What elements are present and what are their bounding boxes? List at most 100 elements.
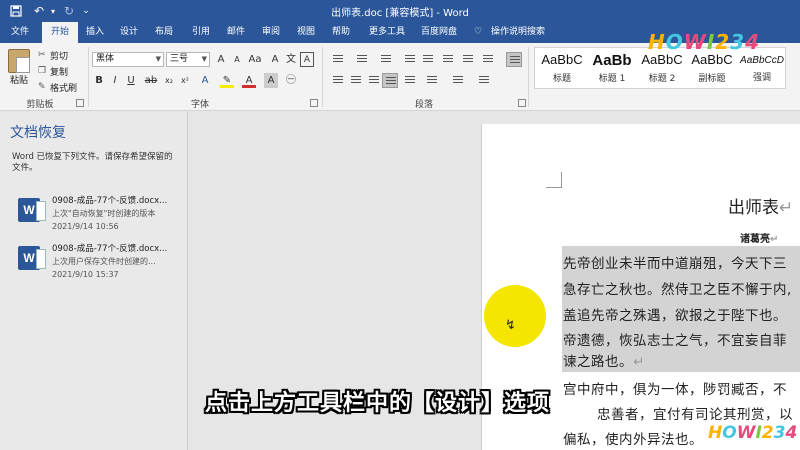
chevron-down-icon: ▼ [155, 55, 161, 63]
tab-view[interactable]: 视图 [290, 22, 322, 43]
sort-icon[interactable] [460, 52, 476, 67]
align-left-icon[interactable] [330, 73, 346, 88]
tab-mailings[interactable]: 邮件 [220, 22, 252, 43]
word-file-icon: W [18, 246, 46, 270]
font-name-combo[interactable]: 黑体 ▼ [92, 52, 164, 67]
align-right-icon[interactable] [366, 73, 382, 88]
file-name: 0908-成品-77个-反馈.docx... [52, 196, 168, 206]
file-name: 0908-成品-77个-反馈.docx... [52, 244, 168, 254]
document-line[interactable]: 偏私，使内外异法也。 [563, 428, 703, 448]
bullets-icon[interactable] [330, 52, 346, 67]
word-file-icon: W [18, 198, 46, 222]
enclose-char-icon[interactable]: ㊀ [284, 73, 298, 88]
distributed-icon[interactable] [402, 73, 418, 88]
superscript-icon[interactable]: x² [178, 73, 192, 88]
style-heading-2[interactable]: AaBbC 标题 2 [637, 52, 687, 88]
title-bar: ↶ ▾ ↻ ⌄ 出师表.doc [兼容模式] - Word [0, 0, 800, 22]
pane-description: Word 已恢复下列文件。请保存希望保留的文件。 [12, 152, 173, 173]
tab-baidu-netdisk[interactable]: 百度网盘 [416, 22, 462, 43]
font-color-icon[interactable]: A [242, 73, 256, 88]
paragraph-launcher-icon[interactable] [518, 99, 526, 107]
italic-icon[interactable]: I [108, 73, 122, 88]
char-border-icon[interactable]: A [300, 52, 314, 67]
document-line[interactable]: 急存亡之秋也。然侍卫之臣不懈于内, [563, 278, 792, 298]
scissors-icon: ✂ [38, 50, 46, 60]
document-line[interactable]: 盖追先帝之殊遇，欲报之于陛下也。 [563, 304, 787, 324]
paragraph-group-label: 段落 [414, 100, 433, 110]
tab-review[interactable]: 审阅 [256, 22, 286, 43]
tab-help[interactable]: 帮助 [326, 22, 356, 43]
increase-indent-icon[interactable] [420, 52, 436, 67]
margin-marker [546, 172, 562, 188]
show-marks-icon[interactable] [480, 52, 496, 67]
tab-file[interactable]: 文件 [4, 22, 36, 43]
document-author[interactable]: 诸葛亮↵ [740, 230, 778, 245]
style-title[interactable]: AaBbC 标题 [537, 52, 587, 88]
clipboard-group-label: 剪贴板 [26, 100, 54, 110]
clipboard-launcher-icon[interactable] [76, 99, 84, 107]
pin-icon[interactable] [506, 52, 522, 67]
style-heading-1[interactable]: AaBb 标题 1 [587, 52, 637, 88]
file-note: 上次"自动恢复"时创建的版本 [52, 209, 156, 218]
multilevel-list-icon[interactable] [378, 52, 394, 67]
tab-design[interactable]: 设计 [114, 22, 144, 43]
font-group-label: 字体 [190, 100, 209, 110]
document-recovery-pane: 文档恢复 Word 已恢复下列文件。请保存希望保留的文件。 W 0908-成品-… [0, 112, 188, 450]
justify-icon[interactable] [382, 73, 398, 88]
align-center-icon[interactable] [348, 73, 364, 88]
tell-me-search[interactable]: ♡ 操作说明搜索 [474, 22, 545, 43]
strikethrough-icon[interactable]: ab [144, 73, 158, 88]
paste-button-label[interactable]: 粘贴 [10, 73, 28, 86]
pane-title: 文档恢复 [10, 125, 66, 141]
char-shading-icon[interactable]: A [264, 73, 278, 88]
numbering-icon[interactable] [354, 52, 370, 67]
file-date: 2021/9/14 10:56 [52, 222, 119, 231]
tab-insert[interactable]: 插入 [80, 22, 110, 43]
style-subtitle[interactable]: AaBbC 副标题 [687, 52, 737, 88]
document-heading[interactable]: 出师表↵ [728, 193, 793, 218]
brand-watermark: HOWI234 [708, 423, 798, 443]
lightbulb-icon: ♡ [474, 27, 483, 37]
bold-icon[interactable]: B [92, 73, 106, 88]
mouse-cursor-icon: ↯ [505, 318, 516, 333]
chinese-layout-icon[interactable] [440, 52, 456, 67]
line-spacing-icon[interactable] [424, 73, 440, 88]
shading-icon[interactable] [450, 73, 466, 88]
document-line[interactable]: 帝遗德，恢弘志士之气，不宜妄自菲 [563, 329, 787, 349]
group-divider [322, 47, 323, 107]
shrink-font-icon[interactable]: A [230, 52, 244, 67]
grow-font-icon[interactable]: A [214, 52, 228, 67]
change-case-icon[interactable]: Aa [248, 52, 262, 67]
cursor-highlight [484, 285, 546, 347]
document-line[interactable]: 忠善者，宜付有司论其刑赏，以 [597, 403, 793, 423]
tab-home[interactable]: 开始 [42, 22, 78, 43]
word-window: ↶ ▾ ↻ ⌄ 出师表.doc [兼容模式] - Word 文件 开始 插入 设… [0, 0, 800, 450]
recovered-file-item[interactable]: W 0908-成品-77个-反馈.docx... 上次"自动恢复"时创建的版本 … [12, 190, 182, 244]
font-size-combo[interactable]: 三号 ▼ [166, 52, 210, 67]
format-painter-button[interactable]: ✎ 格式刷 [38, 81, 77, 95]
document-line[interactable]: 宫中府中，俱为一体，陟罚臧否，不 [563, 378, 787, 398]
tab-references[interactable]: 引用 [186, 22, 216, 43]
phonetic-icon[interactable]: 文 [284, 52, 298, 67]
highlight-icon[interactable]: ✎ [220, 73, 234, 88]
clear-format-icon[interactable]: A [268, 52, 282, 67]
file-note: 上次用户保存文件时创建的... [52, 257, 156, 266]
copy-icon: ❐ [38, 66, 47, 76]
text-effects-icon[interactable]: A [198, 73, 212, 88]
subscript-icon[interactable]: x₂ [162, 73, 176, 88]
document-line[interactable]: 谏之路也。↵ [563, 350, 645, 370]
copy-button[interactable]: ❐ 复制 [38, 65, 68, 79]
group-divider [528, 47, 529, 107]
decrease-indent-icon[interactable] [402, 52, 418, 67]
document-line[interactable]: 先帝创业未半而中道崩殂，今天下三 [563, 252, 787, 272]
paste-icon[interactable] [8, 49, 30, 73]
font-launcher-icon[interactable] [310, 99, 318, 107]
borders-icon[interactable] [476, 73, 492, 88]
tab-more-tools[interactable]: 更多工具 [364, 22, 410, 43]
style-emphasis[interactable]: AaBbCcD 强调 [737, 52, 787, 88]
tab-layout[interactable]: 布局 [148, 22, 180, 43]
cut-button[interactable]: ✂ 剪切 [38, 49, 68, 63]
brand-logo: HOWI234 [648, 30, 761, 54]
recovered-file-item[interactable]: W 0908-成品-77个-反馈.docx... 上次用户保存文件时创建的...… [12, 238, 182, 292]
underline-icon[interactable]: U [124, 73, 138, 88]
